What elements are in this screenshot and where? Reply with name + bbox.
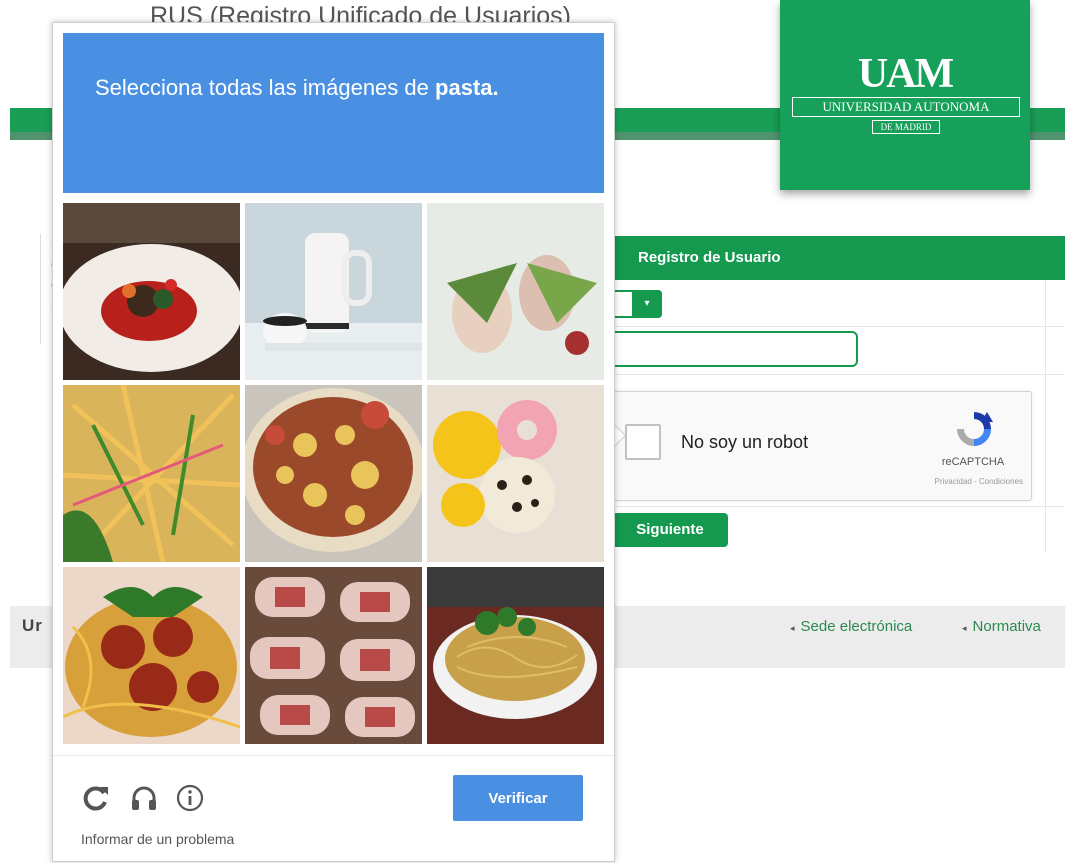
verify-button[interactable]: Verificar — [453, 775, 583, 821]
image-tile-meat-rolls[interactable] — [245, 567, 422, 744]
chevron-left-icon: ◂ — [962, 623, 967, 633]
recaptcha-checkbox[interactable] — [625, 424, 661, 460]
info-icon[interactable] — [175, 783, 205, 813]
panel-header: Registro de Usuario — [600, 236, 1065, 280]
reload-icon[interactable] — [81, 783, 111, 813]
image-tile-rolls[interactable] — [427, 203, 604, 380]
footer-link-label[interactable]: Normativa — [973, 618, 1041, 635]
recaptcha-links[interactable]: Privacidad - Condiciones — [883, 477, 1024, 486]
image-tile-plated-dish[interactable] — [63, 203, 240, 380]
image-grid — [63, 203, 604, 744]
footer-link-normativa[interactable]: ◂ Normativa — [962, 618, 1041, 635]
recaptcha-brand: reCAPTCHA — [941, 456, 1005, 468]
challenge-prompt: Selecciona todas las imágenes de pasta. — [95, 75, 499, 101]
challenge-footer-divider — [53, 755, 614, 756]
row-divider — [600, 326, 1065, 327]
image-tile-donuts[interactable] — [427, 385, 604, 562]
row-divider — [600, 374, 1065, 375]
captcha-challenge: Selecciona todas las imágenes de pasta. — [52, 22, 615, 862]
prompt-keyword: pasta. — [435, 75, 499, 100]
prompt-text: Selecciona todas las imágenes de — [95, 75, 429, 100]
registration-panel: Registro de Usuario ▾ No soy un robot re… — [600, 236, 1065, 556]
recaptcha-label: No soy un robot — [681, 432, 809, 452]
next-button[interactable]: Siguiente — [612, 513, 728, 547]
panel-divider — [1045, 280, 1046, 552]
logo-mark: UAM — [857, 51, 954, 97]
report-problem-link[interactable]: Informar de un problema — [81, 831, 234, 847]
recaptcha-widget: No soy un robot reCAPTCHA Privacidad - C… — [612, 391, 1032, 501]
image-tile-spaghetti[interactable] — [63, 567, 240, 744]
row-divider — [600, 506, 1065, 507]
logo-sub: DE MADRID — [872, 120, 940, 134]
uam-logo: UAM UNIVERSIDAD AUTONOMA DE MADRID — [780, 0, 1030, 190]
footer-text: Ur — [22, 616, 43, 635]
image-tile-noodles[interactable] — [427, 567, 604, 744]
image-tile-teapot[interactable] — [245, 203, 422, 380]
logo-name: UNIVERSIDAD AUTONOMA — [792, 97, 1020, 117]
document-number-input[interactable] — [610, 331, 858, 367]
chevron-down-icon[interactable]: ▾ — [632, 290, 662, 318]
footer-link-sede[interactable]: ◂ Sede electrónica — [790, 618, 912, 635]
audio-icon[interactable] — [129, 783, 159, 813]
challenge-header: Selecciona todas las imágenes de pasta. — [63, 33, 604, 193]
image-tile-pasta-salad[interactable] — [63, 385, 240, 562]
footer-link-label[interactable]: Sede electrónica — [801, 618, 913, 635]
document-type-select[interactable]: ▾ — [612, 290, 662, 318]
image-tile-pizza[interactable] — [245, 385, 422, 562]
recaptcha-logo-icon — [957, 412, 993, 446]
chevron-left-icon: ◂ — [790, 623, 795, 633]
